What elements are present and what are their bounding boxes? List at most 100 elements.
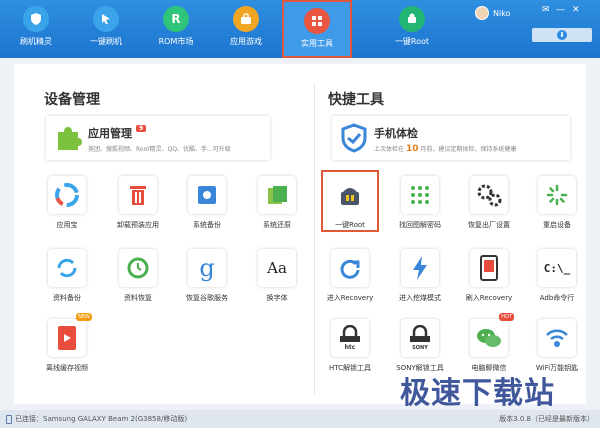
tool-sony-unlock[interactable]: SONY SONY解锁工具 bbox=[386, 319, 454, 373]
card-subtitle: 上次体检在 10 月前，建议定期体检，保持系统健康 bbox=[374, 144, 517, 154]
tab-label: 实用工具 bbox=[301, 39, 333, 48]
top-nav-bar: 刷机精灵 一键刷机 R ROM市场 应用游戏 实用工具 一键Root Niko … bbox=[0, 0, 600, 58]
tool-recover-pattern[interactable]: 找回图解密码 bbox=[386, 176, 454, 230]
shield-check-icon bbox=[338, 122, 370, 154]
new-badge: NEW bbox=[76, 313, 92, 321]
tool-reboot[interactable]: 重启设备 bbox=[523, 176, 591, 230]
tool-system-backup[interactable]: 系统备份 bbox=[173, 176, 241, 230]
tool-enter-recovery[interactable]: 进入Recovery bbox=[316, 249, 384, 303]
shield-icon bbox=[23, 6, 49, 32]
tool-label: Adb命令行 bbox=[539, 294, 575, 302]
trash-icon bbox=[119, 176, 157, 214]
tool-data-restore[interactable]: 资料恢复 bbox=[104, 249, 172, 303]
data-backup-icon bbox=[48, 249, 86, 287]
tool-app-store[interactable]: 应用宝 bbox=[33, 176, 101, 230]
hot-badge: HOT bbox=[499, 313, 514, 321]
video-cache-icon: NEW bbox=[48, 313, 92, 357]
device-management-title: 设备管理 bbox=[44, 92, 100, 108]
tool-label: 卸载预装应用 bbox=[117, 221, 159, 229]
sony-lock-icon: SONY bbox=[401, 319, 439, 357]
months-count: 10 bbox=[405, 144, 419, 154]
tool-label: 换字体 bbox=[266, 294, 288, 302]
tool-label: 离线缓存视频 bbox=[46, 364, 88, 372]
factory-reset-icon bbox=[470, 176, 508, 214]
skin-icon[interactable]: ✉ bbox=[542, 5, 550, 15]
status-bar: 已连接：Samsung GALAXY Beam 2(G3858/移动版) 版本3… bbox=[0, 410, 600, 428]
tool-label: 资料备份 bbox=[53, 294, 81, 302]
tool-data-backup[interactable]: 资料备份 bbox=[33, 249, 101, 303]
wechat-icon: HOT bbox=[470, 313, 514, 357]
phone-checkup-card[interactable]: 手机体检 上次体检在 10 月前，建议定期体检，保持系统健康 bbox=[332, 116, 570, 160]
system-backup-icon bbox=[188, 176, 226, 214]
watermark-text: 极速下载站 bbox=[400, 376, 555, 411]
google-icon: g bbox=[188, 249, 226, 287]
tools-icon bbox=[304, 8, 330, 34]
htc-lock-icon: htc bbox=[331, 319, 369, 357]
data-restore-icon bbox=[119, 249, 157, 287]
download-button[interactable]: ⬇ bbox=[532, 28, 592, 42]
tool-system-restore[interactable]: 系统还原 bbox=[243, 176, 311, 230]
tool-enter-flash-mode[interactable]: 进入挖煤模式 bbox=[386, 249, 454, 303]
tool-uninstall-preinstalled[interactable]: 卸载预装应用 bbox=[104, 176, 172, 230]
version-text: 版本3.0.8（已经是最新版本） bbox=[499, 415, 594, 423]
app-store-icon bbox=[48, 176, 86, 214]
tool-label: 一键Root bbox=[335, 221, 365, 229]
recovery-icon bbox=[331, 249, 369, 287]
tab-label: 应用游戏 bbox=[230, 37, 262, 46]
close-icon[interactable]: ✕ bbox=[572, 5, 580, 15]
tool-label: 恢复谷歌服务 bbox=[186, 294, 228, 302]
user-name: Niko bbox=[493, 8, 511, 18]
divider bbox=[314, 84, 315, 394]
tab-utilities[interactable]: 实用工具 bbox=[282, 0, 352, 58]
tool-label: 进入Recovery bbox=[326, 294, 374, 302]
tab-one-click-root[interactable]: 一键Root bbox=[378, 0, 446, 58]
tab-rom-market[interactable]: R ROM市场 bbox=[142, 0, 210, 58]
tool-label: 进入挖煤模式 bbox=[399, 294, 441, 302]
tab-one-click-flash[interactable]: 一键刷机 bbox=[72, 0, 140, 58]
tool-offline-video[interactable]: NEW 离线缓存视频 bbox=[33, 313, 101, 373]
tool-factory-reset[interactable]: 恢复出厂设置 bbox=[455, 176, 523, 230]
tool-flash-recovery[interactable]: 刷入Recovery bbox=[455, 249, 523, 303]
reboot-icon bbox=[538, 176, 576, 214]
android-root-icon bbox=[331, 176, 369, 214]
puzzle-icon bbox=[52, 122, 84, 154]
connection-status: 已连接：Samsung GALAXY Beam 2(G3858/移动版) bbox=[6, 414, 187, 424]
tool-label: 刷入Recovery bbox=[465, 294, 513, 302]
flash-mode-icon bbox=[401, 249, 439, 287]
font-icon: Aa bbox=[258, 249, 296, 287]
tab-label: 刷机精灵 bbox=[20, 37, 52, 46]
user-info[interactable]: Niko bbox=[475, 6, 510, 20]
connection-text: 已连接：Samsung GALAXY Beam 2(G3858/移动版) bbox=[15, 415, 188, 423]
adb-terminal-icon: C:\_ bbox=[538, 249, 576, 287]
tab-label: 一键刷机 bbox=[90, 37, 122, 46]
app-management-card[interactable]: 应用管理 9 美团、搜狐视频、Root精灵、QQ、优酷、手...可升级 bbox=[46, 116, 270, 160]
update-count-badge: 9 bbox=[136, 125, 147, 132]
tab-label: 一键Root bbox=[394, 37, 430, 46]
tool-adb-command[interactable]: C:\_ Adb命令行 bbox=[523, 249, 591, 303]
quick-tools-title: 快捷工具 bbox=[328, 92, 384, 108]
tool-pc-wechat[interactable]: HOT 电脑聊微信 bbox=[455, 313, 523, 373]
main-panel: 设备管理 应用管理 9 美团、搜狐视频、Root精灵、QQ、优酷、手...可升级 … bbox=[14, 64, 586, 404]
pattern-lock-icon bbox=[401, 176, 439, 214]
tool-htc-unlock[interactable]: htc HTC解锁工具 bbox=[316, 319, 384, 373]
tool-one-click-root[interactable]: 一键Root bbox=[316, 176, 384, 230]
root-icon bbox=[399, 6, 425, 32]
card-title: 应用管理 9 bbox=[88, 125, 147, 141]
tool-label: 系统备份 bbox=[193, 221, 221, 229]
tab-apps-games[interactable]: 应用游戏 bbox=[212, 0, 280, 58]
tool-label: 重启设备 bbox=[543, 221, 571, 229]
tool-change-font[interactable]: Aa 换字体 bbox=[243, 249, 311, 303]
tab-flash-wizard[interactable]: 刷机精灵 bbox=[2, 0, 70, 58]
tool-wifi-key[interactable]: WiFi万能钥匙 bbox=[523, 319, 591, 373]
card-title: 手机体检 bbox=[374, 127, 418, 140]
minimize-icon[interactable]: — bbox=[556, 5, 565, 15]
wifi-key-icon bbox=[538, 319, 576, 357]
phone-icon bbox=[6, 414, 12, 424]
tool-restore-google[interactable]: g 恢复谷歌服务 bbox=[173, 249, 241, 303]
tool-label: 恢复出厂设置 bbox=[468, 221, 510, 229]
tool-label: 系统还原 bbox=[263, 221, 291, 229]
tool-label: HTC解锁工具 bbox=[328, 364, 372, 372]
card-subtitle: 美团、搜狐视频、Root精灵、QQ、优酷、手...可升级 bbox=[88, 146, 231, 153]
download-icon: ⬇ bbox=[557, 30, 567, 40]
app-icon bbox=[233, 6, 259, 32]
